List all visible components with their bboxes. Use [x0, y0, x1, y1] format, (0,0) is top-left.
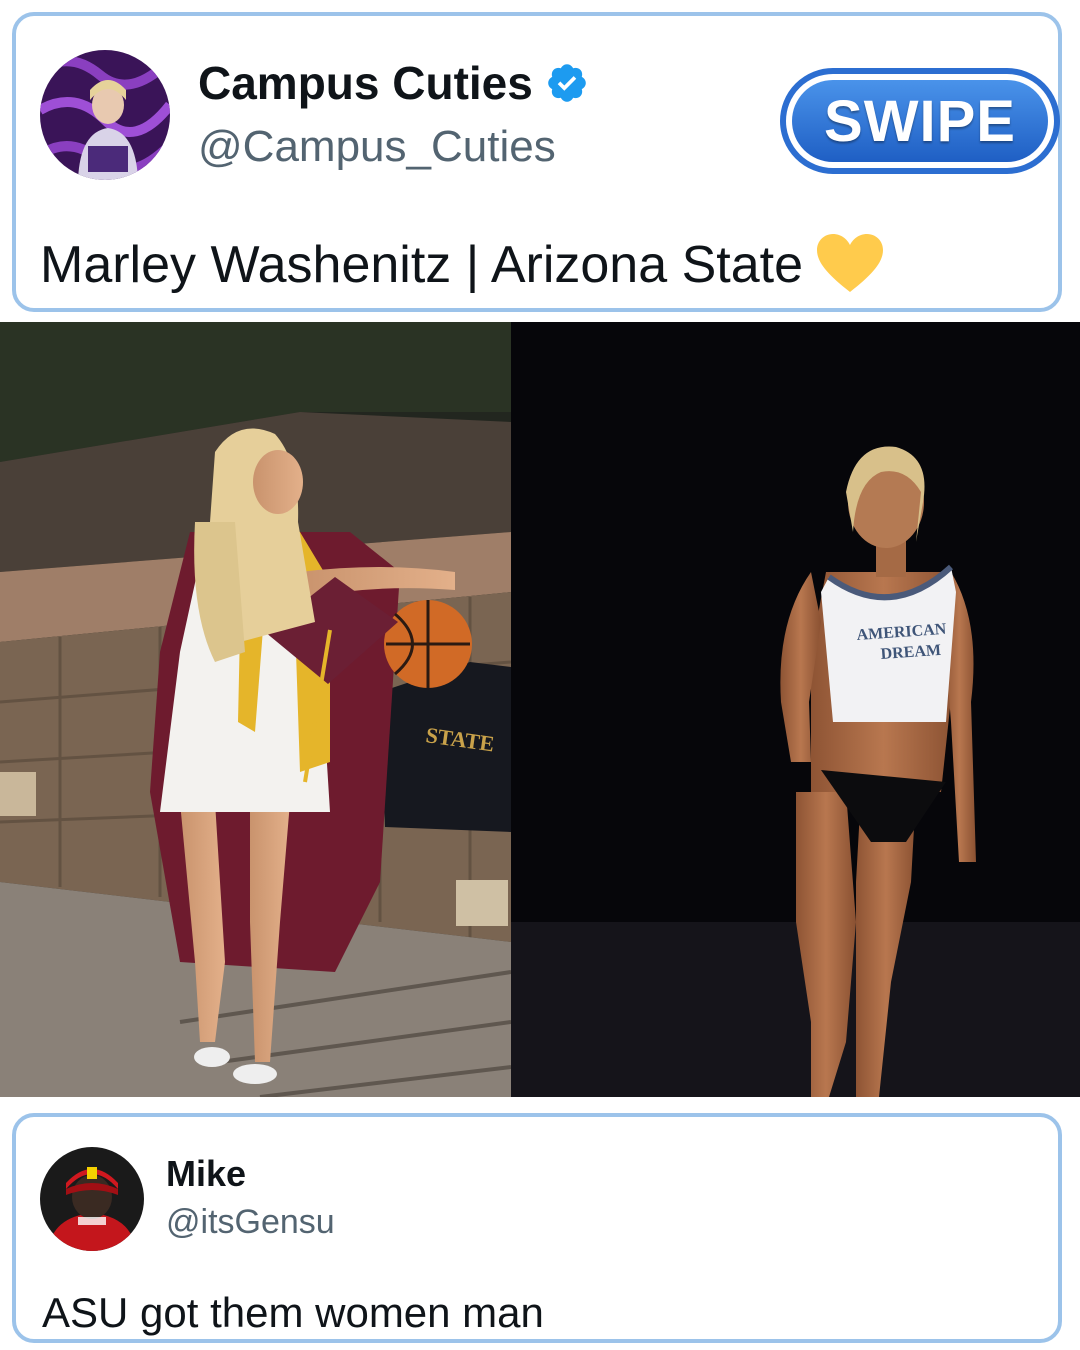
reply-author-name[interactable]: Mike: [166, 1153, 246, 1195]
post-card: Campus Cuties @Campus_Cuties SWIPE Marle…: [12, 12, 1062, 312]
post-text: Marley Washenitz | Arizona State: [40, 234, 884, 295]
night-beach-photo[interactable]: AMERICAN DREAM: [511, 322, 1080, 1097]
author-name-text[interactable]: Campus Cuties: [198, 57, 533, 109]
yellow-heart-icon: [817, 234, 884, 292]
campus-cuties-avatar[interactable]: [40, 50, 170, 180]
reply-card: Mike @itsGensu ASU got them women man: [12, 1113, 1062, 1343]
swipe-badge: SWIPE: [780, 68, 1060, 174]
reply-text: ASU got them women man: [42, 1289, 544, 1336]
verified-badge-icon: [548, 64, 586, 102]
author-handle[interactable]: @Campus_Cuties: [198, 122, 556, 172]
reply-author-handle[interactable]: @itsGensu: [166, 1203, 335, 1242]
post-text-content: Marley Washenitz | Arizona State: [40, 236, 804, 294]
graduation-photo[interactable]: STATE: [0, 322, 511, 1097]
swipe-label: SWIPE: [792, 80, 1048, 162]
author-name[interactable]: Campus Cuties: [198, 56, 589, 110]
mike-avatar[interactable]: [40, 1147, 144, 1251]
